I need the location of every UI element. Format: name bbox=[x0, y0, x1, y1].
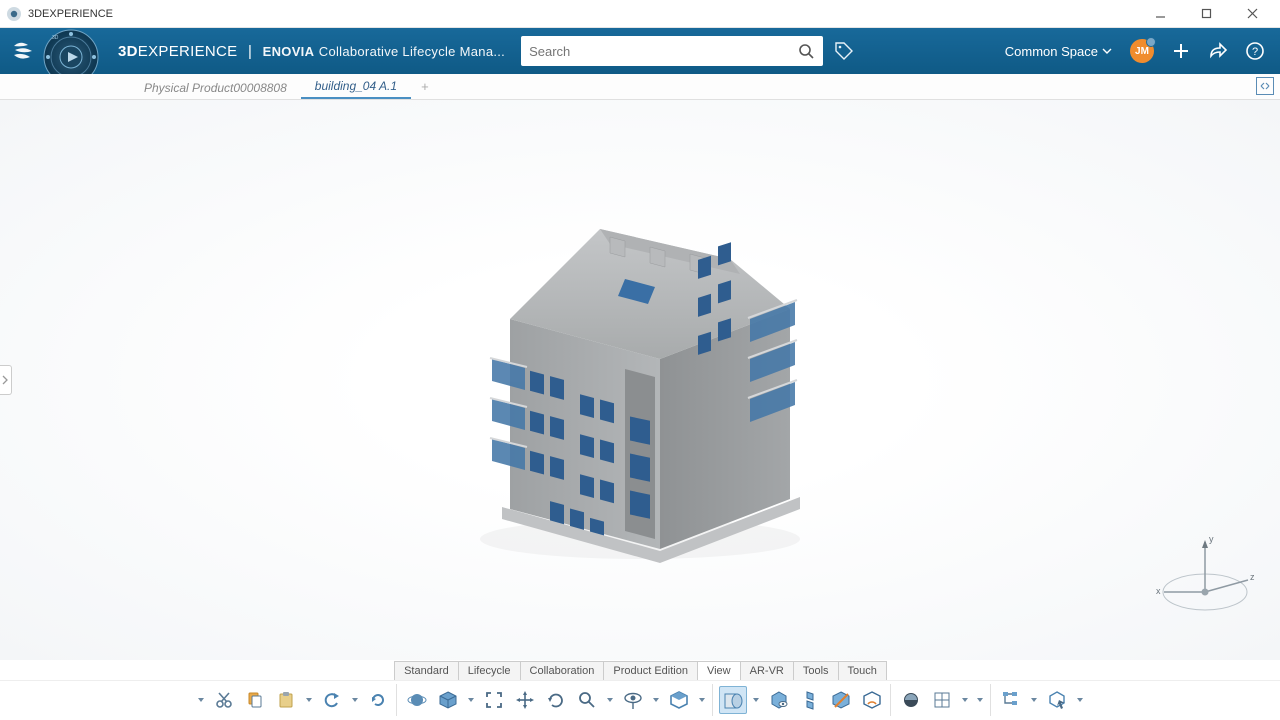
workspace-dropdown[interactable]: Common Space bbox=[1005, 44, 1112, 59]
collapse-panel-button[interactable] bbox=[1256, 77, 1274, 95]
select-cube-button[interactable] bbox=[1043, 686, 1071, 714]
paste-dropdown[interactable] bbox=[303, 686, 315, 714]
undo-dropdown[interactable] bbox=[349, 686, 361, 714]
window-title: 3DEXPERIENCE bbox=[28, 8, 113, 20]
axis-gizmo[interactable]: y x z bbox=[1150, 530, 1260, 640]
svg-text:?: ? bbox=[1252, 46, 1258, 58]
document-tabbar: Physical Product00008808 building_04 A.1… bbox=[0, 74, 1280, 100]
notification-dot bbox=[1146, 37, 1156, 47]
undo-button[interactable] bbox=[318, 686, 346, 714]
toolbar-tab-lifecycle[interactable]: Lifecycle bbox=[458, 661, 521, 680]
side-panel-expand-button[interactable] bbox=[0, 365, 12, 395]
gizmo-z-label: z bbox=[1250, 572, 1255, 582]
brand-rest: EXPERIENCE bbox=[138, 43, 238, 60]
window-maximize-button[interactable] bbox=[1192, 4, 1220, 24]
bottom-toolbar bbox=[0, 680, 1280, 718]
tree-dropdown[interactable] bbox=[1028, 686, 1040, 714]
toolbar-tab-tools[interactable]: Tools bbox=[793, 661, 839, 680]
pan-button[interactable] bbox=[511, 686, 539, 714]
grid-dropdown[interactable] bbox=[959, 686, 971, 714]
explode-button[interactable] bbox=[796, 686, 824, 714]
copy-button[interactable] bbox=[241, 686, 269, 714]
3d-viewport[interactable]: y x z bbox=[0, 100, 1280, 660]
user-avatar[interactable]: JM bbox=[1130, 39, 1154, 63]
toolbar-tab-touch[interactable]: Touch bbox=[838, 661, 887, 680]
avatar-initials: JM bbox=[1135, 46, 1149, 57]
tab-physical-product[interactable]: Physical Product00008808 bbox=[130, 76, 301, 99]
toolbar-category-tabs: Standard Lifecycle Collaboration Product… bbox=[0, 661, 1280, 680]
search-input[interactable] bbox=[529, 44, 798, 59]
iso-view-button[interactable] bbox=[665, 686, 693, 714]
lookat-dropdown[interactable] bbox=[650, 686, 662, 714]
tree-button[interactable] bbox=[997, 686, 1025, 714]
look-at-button[interactable] bbox=[619, 686, 647, 714]
toolbar-tab-collaboration[interactable]: Collaboration bbox=[520, 661, 605, 680]
search-icon[interactable] bbox=[798, 43, 815, 60]
window-titlebar: 3DEXPERIENCE bbox=[0, 0, 1280, 28]
render-shaded-button[interactable] bbox=[719, 686, 747, 714]
refresh-button[interactable] bbox=[364, 686, 392, 714]
toolbar-tab-standard[interactable]: Standard bbox=[394, 661, 459, 680]
grid-button[interactable] bbox=[928, 686, 956, 714]
svg-text:3D: 3D bbox=[52, 35, 59, 41]
cube-view-button[interactable] bbox=[434, 686, 462, 714]
app-icon bbox=[6, 6, 22, 22]
toolbar-tab-product-edition[interactable]: Product Edition bbox=[603, 661, 698, 680]
toolbar-tab-view[interactable]: View bbox=[697, 661, 741, 680]
toolbar-dropdown-1[interactable] bbox=[195, 686, 207, 714]
help-icon[interactable]: ? bbox=[1246, 42, 1264, 60]
window-minimize-button[interactable] bbox=[1146, 4, 1174, 24]
select-dropdown[interactable] bbox=[1074, 686, 1086, 714]
app-name: ENOVIA bbox=[263, 44, 315, 59]
paste-button[interactable] bbox=[272, 686, 300, 714]
gizmo-x-label: x bbox=[1156, 586, 1161, 596]
measure-button[interactable] bbox=[858, 686, 886, 714]
plus-icon[interactable] bbox=[1172, 42, 1190, 60]
render-dropdown[interactable] bbox=[750, 686, 762, 714]
app-subtitle: Collaborative Lifecycle Mana... bbox=[319, 44, 505, 59]
cube-dropdown[interactable] bbox=[465, 686, 477, 714]
workspace-label: Common Space bbox=[1005, 44, 1098, 59]
rotate-button[interactable] bbox=[542, 686, 570, 714]
tag-icon[interactable] bbox=[833, 40, 855, 62]
iso-dropdown[interactable] bbox=[696, 686, 708, 714]
ds-logo-icon bbox=[10, 38, 36, 64]
window-close-button[interactable] bbox=[1238, 4, 1266, 24]
app-header: V.R 3D 3DEXPERIENCE | ENOVIA Collaborati… bbox=[0, 28, 1280, 74]
search-box[interactable] bbox=[521, 36, 823, 66]
show-hide-button[interactable] bbox=[765, 686, 793, 714]
tab-building-04[interactable]: building_04 A.1 bbox=[301, 74, 411, 99]
fit-all-button[interactable] bbox=[480, 686, 508, 714]
cut-button[interactable] bbox=[210, 686, 238, 714]
extra-dropdown[interactable] bbox=[974, 686, 986, 714]
building-model bbox=[430, 159, 850, 579]
brand-bold: 3D bbox=[118, 43, 138, 60]
zoom-button[interactable] bbox=[573, 686, 601, 714]
orbit-button[interactable] bbox=[403, 686, 431, 714]
brand-text: 3DEXPERIENCE | ENOVIA Collaborative Life… bbox=[118, 43, 505, 60]
share-icon[interactable] bbox=[1208, 42, 1228, 60]
section-button[interactable] bbox=[827, 686, 855, 714]
zoom-dropdown[interactable] bbox=[604, 686, 616, 714]
toolbar-tab-ar-vr[interactable]: AR-VR bbox=[740, 661, 794, 680]
brand-separator: | bbox=[248, 43, 252, 60]
chevron-down-icon bbox=[1102, 46, 1112, 56]
tab-add-button[interactable]: + bbox=[411, 74, 439, 99]
ambience-button[interactable] bbox=[897, 686, 925, 714]
gizmo-y-label: y bbox=[1209, 534, 1214, 544]
